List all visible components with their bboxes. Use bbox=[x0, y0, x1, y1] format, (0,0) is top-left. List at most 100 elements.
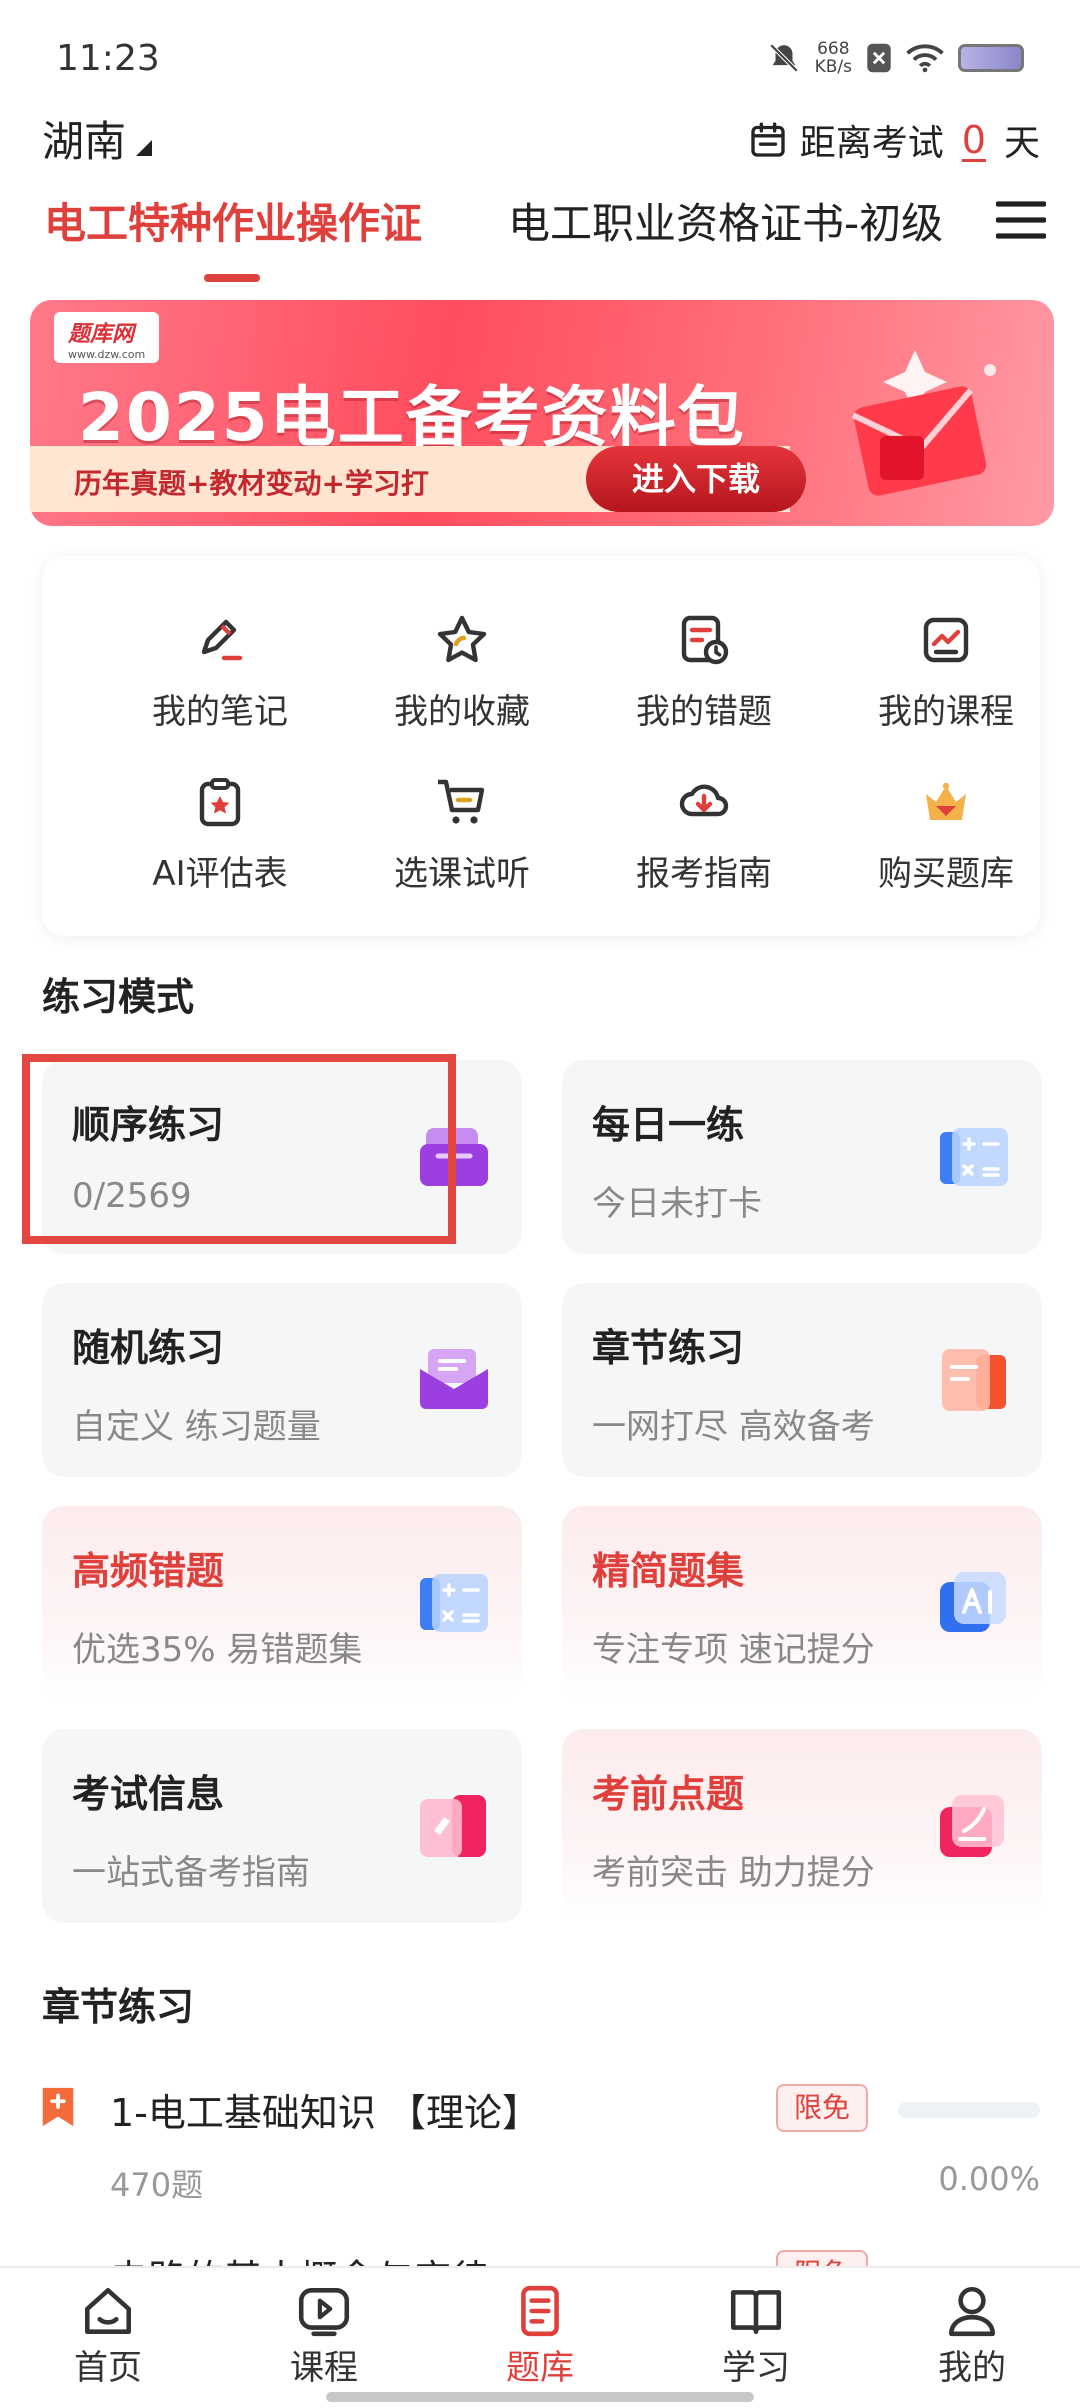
grid-item-buy-question-bank[interactable]: 购买题库 bbox=[826, 774, 1066, 904]
nav-study[interactable]: 学习 bbox=[676, 2282, 836, 2389]
play-course-icon bbox=[298, 2288, 350, 2337]
grid-item-label: AI评估表 bbox=[152, 854, 288, 894]
chapter-question-count: 470题 bbox=[110, 2166, 204, 2204]
nav-profile[interactable]: 我的 bbox=[892, 2282, 1052, 2389]
grid-item-label: 我的笔记 bbox=[152, 692, 288, 732]
grid-item-label: 选课试听 bbox=[394, 854, 530, 894]
wifi-icon bbox=[906, 44, 944, 73]
grid-item-label: 报考指南 bbox=[636, 854, 772, 894]
status-bar: 11:23 668 KB/s bbox=[0, 0, 1080, 100]
practice-card-subtitle: 优选35% 易错题集 bbox=[72, 1630, 363, 1670]
pink-card-icon bbox=[420, 1795, 486, 1857]
grid-item-course-trial[interactable]: 选课试听 bbox=[342, 774, 582, 904]
tab-special-operation[interactable]: 电工特种作业操作证 bbox=[44, 190, 422, 251]
bottom-nav: 首页 课程 题库 学习 我的 bbox=[0, 2266, 1080, 2408]
nav-label: 学习 bbox=[722, 2348, 790, 2388]
practice-card-title: 随机练习 bbox=[72, 1326, 225, 1370]
nav-label: 题库 bbox=[506, 2348, 574, 2388]
region-selector[interactable]: 湖南 bbox=[42, 108, 126, 169]
practice-card-subtitle: 0/2569 bbox=[72, 1176, 192, 1216]
practice-card-concise-set[interactable]: 精简题集 专注专项 速记提分 bbox=[562, 1506, 1042, 1700]
nav-label: 课程 bbox=[290, 2348, 358, 2388]
quick-access-grid: 我的笔记 我的收藏 我的错题 我的课程 AI评估表 选课试听 报考指南 购买题库 bbox=[42, 556, 1040, 936]
banner-logo: 题库网 www.dzw.com bbox=[54, 312, 160, 363]
practice-card-title: 每日一练 bbox=[592, 1103, 745, 1147]
practice-card-pre-exam-tips[interactable]: 考前点题 考前突击 助力提分 bbox=[562, 1729, 1042, 1923]
menu-icon[interactable] bbox=[996, 200, 1046, 240]
net-speed-value: 668 bbox=[817, 39, 850, 59]
practice-card-title: 章节练习 bbox=[592, 1326, 745, 1370]
grid-item-my-courses[interactable]: 我的课程 bbox=[826, 612, 1066, 742]
nav-label: 首页 bbox=[74, 2348, 142, 2388]
mute-bell-icon bbox=[769, 43, 798, 73]
free-badge: 限免 bbox=[776, 2250, 868, 2266]
countdown-suffix: 天 bbox=[1003, 123, 1040, 164]
grid-item-my-notes[interactable]: 我的笔记 bbox=[100, 612, 340, 742]
chapter-title: 电路的基本概念与定律 bbox=[110, 2248, 490, 2266]
grid-item-exam-guide[interactable]: 报考指南 bbox=[584, 774, 824, 904]
practice-card-title: 考试信息 bbox=[72, 1772, 225, 1816]
tab-qualification-junior[interactable]: 电工职业资格证书-初级 bbox=[508, 190, 943, 251]
top-row: 湖南 距离考试 0 天 bbox=[0, 108, 1080, 168]
practice-card-subtitle: 一网打尽 高效备考 bbox=[592, 1407, 875, 1447]
nav-courses[interactable]: 课程 bbox=[244, 2282, 404, 2389]
calendar-icon bbox=[751, 122, 785, 157]
grid-item-ai-assessment[interactable]: AI评估表 bbox=[100, 774, 340, 904]
wrong-questions-icon bbox=[681, 615, 729, 665]
home-indicator[interactable] bbox=[326, 2392, 754, 2402]
chapter-item[interactable]: 1-电工基础知识 【理论】 限免 470题 0.00% bbox=[0, 2082, 1080, 2212]
clipboard-star-icon bbox=[199, 778, 241, 827]
banner-subtitle: 历年真题+教材变动+学习打 bbox=[74, 467, 429, 500]
practice-card-exam-info[interactable]: 考试信息 一站式备考指南 bbox=[42, 1729, 522, 1923]
note-pen-icon bbox=[201, 619, 243, 661]
grid-item-label: 我的课程 bbox=[878, 692, 1014, 732]
nav-home[interactable]: 首页 bbox=[28, 2282, 188, 2389]
gift-envelope-icon bbox=[851, 350, 996, 496]
home-icon bbox=[85, 2288, 131, 2334]
banner-logo-url: www.dzw.com bbox=[68, 348, 146, 361]
question-bank-icon bbox=[521, 2285, 559, 2337]
practice-card-sequential[interactable]: 顺序练习 0/2569 bbox=[42, 1060, 522, 1254]
practice-card-title: 顺序练习 bbox=[72, 1103, 225, 1147]
purple-envelope-icon bbox=[420, 1349, 488, 1409]
practice-card-frequent-mistakes[interactable]: 高频错题 优选35% 易错题集 bbox=[42, 1506, 522, 1700]
practice-card-title: 精简题集 bbox=[592, 1549, 745, 1593]
orange-document-icon bbox=[942, 1349, 1006, 1411]
practice-card-chapter[interactable]: 章节练习 一网打尽 高效备考 bbox=[562, 1283, 1042, 1477]
pink-pen-icon bbox=[940, 1795, 1004, 1857]
practice-card-daily[interactable]: 每日一练 今日未打卡 bbox=[562, 1060, 1042, 1254]
caret-down-icon[interactable] bbox=[136, 140, 152, 156]
chapter-progress-bar bbox=[898, 2102, 1040, 2118]
cart-icon bbox=[438, 779, 485, 824]
chapter-section-title: 章节练习 bbox=[42, 1985, 195, 2029]
practice-card-random[interactable]: 随机练习 自定义 练习题量 bbox=[42, 1283, 522, 1477]
practice-card-title: 考前点题 bbox=[592, 1772, 745, 1816]
crown-icon bbox=[926, 782, 966, 820]
status-icons: 668 KB/s bbox=[767, 40, 1024, 76]
net-speed: 668 KB/s bbox=[815, 40, 852, 76]
practice-card-subtitle: 考前突击 助力提分 bbox=[592, 1853, 875, 1893]
practice-card-subtitle: 今日未打卡 bbox=[592, 1184, 762, 1224]
sim-off-icon bbox=[867, 43, 891, 73]
banner-logo-text: 题库网 bbox=[68, 322, 135, 347]
battery-icon bbox=[958, 44, 1024, 72]
net-speed-unit: KB/s bbox=[814, 57, 852, 77]
book-icon bbox=[730, 2290, 782, 2334]
star-icon bbox=[437, 615, 487, 663]
grid-item-my-mistakes[interactable]: 我的错题 bbox=[584, 612, 824, 742]
chapter-item[interactable]: 电路的基本概念与定律 限免 bbox=[0, 2236, 1080, 2266]
banner-download-button[interactable]: 进入下载 bbox=[586, 446, 806, 512]
practice-card-title: 高频错题 bbox=[72, 1549, 225, 1593]
profile-icon bbox=[949, 2286, 995, 2337]
free-badge: 限免 bbox=[776, 2084, 868, 2132]
exam-countdown[interactable]: 距离考试 0 天 bbox=[748, 114, 1040, 166]
promo-banner[interactable]: 题库网 www.dzw.com 2025电工备考资料包 历年真题+教材变动+学习… bbox=[30, 300, 1054, 526]
grid-item-my-favorites[interactable]: 我的收藏 bbox=[342, 612, 582, 742]
countdown-days: 0 bbox=[961, 118, 986, 162]
countdown-prefix: 距离考试 bbox=[799, 123, 944, 164]
chapter-percent: 0.00% bbox=[938, 2160, 1040, 2198]
exam-tabs: 电工特种作业操作证 电工职业资格证书-初级 bbox=[0, 190, 1080, 290]
nav-question-bank[interactable]: 题库 bbox=[460, 2282, 620, 2389]
nav-label: 我的 bbox=[938, 2348, 1006, 2388]
purple-box-icon bbox=[420, 1128, 488, 1186]
